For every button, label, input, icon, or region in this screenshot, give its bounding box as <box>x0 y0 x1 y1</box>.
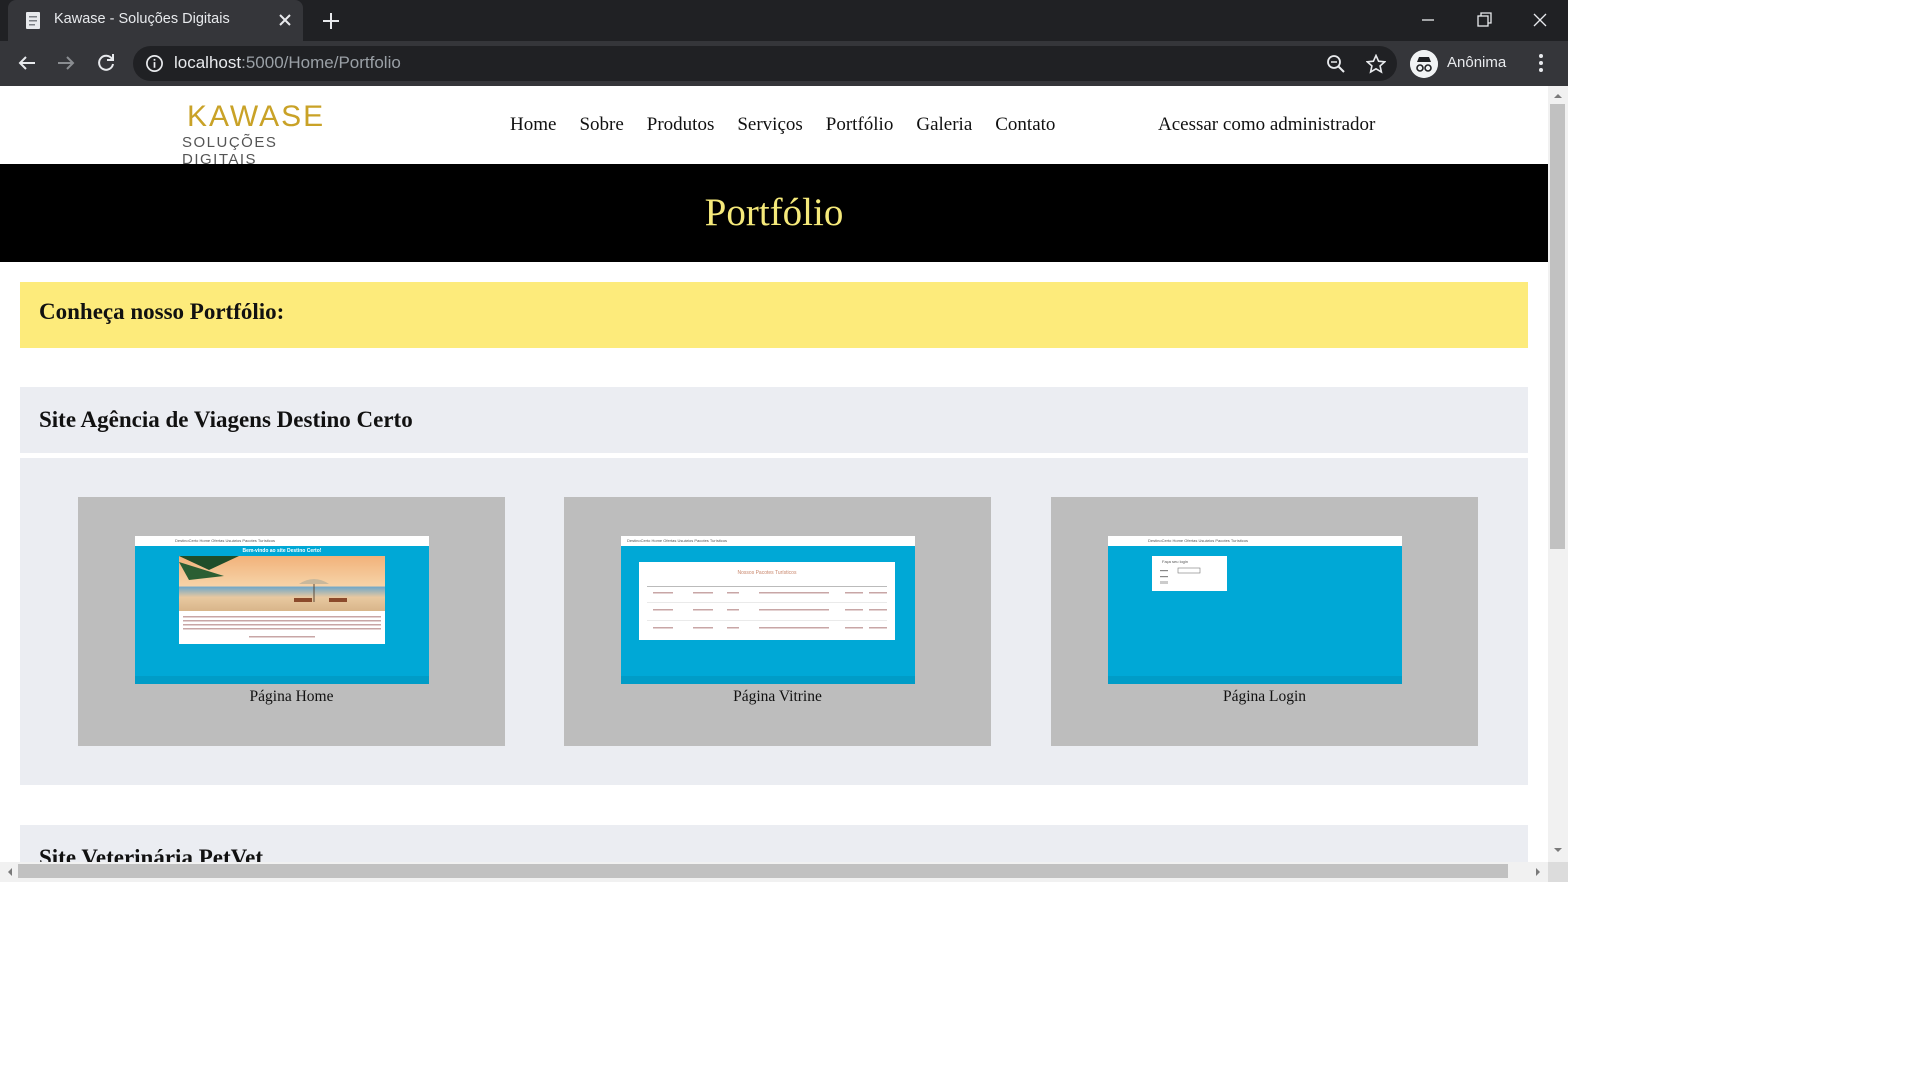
mini-navbar: DestinoCerto Home Ofertas Usuários Pacot… <box>1108 536 1402 546</box>
url-text: localhost:5000/Home/Portfolio <box>174 53 401 73</box>
nav-galeria[interactable]: Galeria <box>916 114 972 138</box>
close-window-icon[interactable] <box>1528 8 1552 32</box>
admin-login-link[interactable]: Acessar como administrador <box>1158 114 1375 136</box>
restore-icon[interactable] <box>1472 8 1496 32</box>
page-favicon-icon <box>26 12 40 29</box>
mini-heading: Bem-vindo ao site Destino Certo! <box>242 548 322 554</box>
nav-contato[interactable]: Contato <box>995 114 1055 138</box>
intro-heading: Conheça nosso Portfólio: <box>39 299 285 324</box>
project-title: Site Agência de Viagens Destino Certo <box>39 407 413 432</box>
mini-login-form <box>1160 567 1201 584</box>
screenshot-vitrine: DestinoCerto Home Ofertas Usuários Pacot… <box>621 536 915 684</box>
back-icon[interactable] <box>15 51 39 75</box>
page-viewport: KAWASE SOLUÇÕES DIGITAIS Home Sobre Prod… <box>0 86 1548 862</box>
card-caption: Página Vitrine <box>733 688 822 705</box>
more-menu-icon[interactable] <box>1531 51 1551 75</box>
url-path: :5000/Home/Portfolio <box>241 53 401 72</box>
nav-home[interactable]: Home <box>510 114 556 138</box>
site-header: KAWASE SOLUÇÕES DIGITAIS Home Sobre Prod… <box>0 86 1548 168</box>
nav-portfolio[interactable]: Portfólio <box>826 114 894 138</box>
address-bar[interactable]: localhost:5000/Home/Portfolio <box>133 46 1397 81</box>
card-caption: Página Home <box>249 688 334 705</box>
forward-icon[interactable] <box>54 51 78 75</box>
mini-navbar: DestinoCerto Home Ofertas Usuários Pacot… <box>621 536 915 546</box>
beach-image <box>179 556 385 611</box>
portfolio-card-login[interactable]: DestinoCerto Home Ofertas Usuários Pacot… <box>1051 497 1478 746</box>
minimize-icon[interactable] <box>1416 8 1440 32</box>
profile-label: Anônima <box>1447 54 1507 71</box>
mini-footer <box>621 676 915 684</box>
page-banner: Portfólio <box>0 164 1548 262</box>
info-icon[interactable] <box>145 54 164 73</box>
scrollbar-corner <box>1548 862 1568 882</box>
mini-nav-text: DestinoCerto Home Ofertas Usuários Pacot… <box>1148 538 1249 543</box>
browser-tab-bar: Kawase - Soluções Digitais <box>0 0 1568 41</box>
vertical-scroll-thumb[interactable] <box>1550 104 1565 549</box>
mini-nav-text: DestinoCerto Home Ofertas Usuários Pacot… <box>627 538 728 543</box>
scroll-down-icon[interactable] <box>1548 842 1568 858</box>
mini-text-lines <box>183 616 381 638</box>
nav-sobre[interactable]: Sobre <box>579 114 623 138</box>
scroll-left-icon[interactable] <box>2 862 18 882</box>
intro-box: Conheça nosso Portfólio: <box>20 282 1528 348</box>
mini-footer <box>135 676 429 684</box>
portfolio-card-home[interactable]: DestinoCerto Home Ofertas Usuários Pacot… <box>78 497 505 746</box>
url-host: localhost <box>174 53 242 72</box>
scroll-right-icon[interactable] <box>1530 862 1546 882</box>
mini-nav-text: DestinoCerto Home Ofertas Usuários Pacot… <box>175 538 276 543</box>
browser-tab[interactable]: Kawase - Soluções Digitais <box>8 0 303 41</box>
mini-footer <box>1108 676 1402 684</box>
reload-icon[interactable] <box>94 51 118 75</box>
new-tab-icon[interactable] <box>320 10 342 32</box>
portfolio-card-vitrine[interactable]: DestinoCerto Home Ofertas Usuários Pacot… <box>564 497 991 746</box>
vertical-scrollbar[interactable] <box>1548 86 1568 862</box>
card-caption: Página Login <box>1222 688 1307 705</box>
close-tab-icon[interactable] <box>276 11 294 29</box>
horizontal-scrollbar[interactable] <box>0 862 1548 882</box>
project-gallery: DestinoCerto Home Ofertas Usuários Pacot… <box>20 458 1528 785</box>
mini-heading: Nossos Pacotes Turísticos <box>737 570 797 576</box>
screenshot-login: DestinoCerto Home Ofertas Usuários Pacot… <box>1108 536 1402 684</box>
incognito-icon <box>1410 50 1438 78</box>
logo-tagline: SOLUÇÕES DIGITAIS <box>182 134 278 168</box>
mini-navbar: DestinoCerto Home Ofertas Usuários Pacot… <box>135 536 429 546</box>
mini-content-card <box>179 556 385 644</box>
project-title: Site Veterinária PetVet <box>39 845 263 862</box>
screenshot-home: DestinoCerto Home Ofertas Usuários Pacot… <box>135 536 429 684</box>
scroll-up-icon[interactable] <box>1548 88 1568 104</box>
browser-toolbar: localhost:5000/Home/Portfolio Anônima <box>0 41 1568 86</box>
horizontal-scroll-thumb[interactable] <box>18 864 1508 878</box>
profile-button[interactable]: Anônima <box>1406 46 1516 81</box>
logo-wordmark: KAWASE <box>187 100 326 133</box>
nav-produtos[interactable]: Produtos <box>647 114 715 138</box>
main-nav: Home Sobre Produtos Serviços Portfólio G… <box>510 114 1055 138</box>
zoom-icon[interactable] <box>1326 54 1346 74</box>
site-logo[interactable]: KAWASE SOLUÇÕES DIGITAIS <box>182 100 352 168</box>
page-title: Portfólio <box>704 191 844 234</box>
project-header: Site Agência de Viagens Destino Certo <box>20 387 1528 453</box>
star-icon[interactable] <box>1366 54 1386 74</box>
mini-table-card: Nossos Pacotes Turísticos <box>639 562 895 640</box>
mini-table <box>647 586 887 629</box>
project-header: Site Veterinária PetVet <box>20 825 1528 862</box>
tab-title: Kawase - Soluções Digitais <box>54 11 230 27</box>
mini-login-box: Faça seu login <box>1152 556 1227 591</box>
nav-servicos[interactable]: Serviços <box>737 114 802 138</box>
